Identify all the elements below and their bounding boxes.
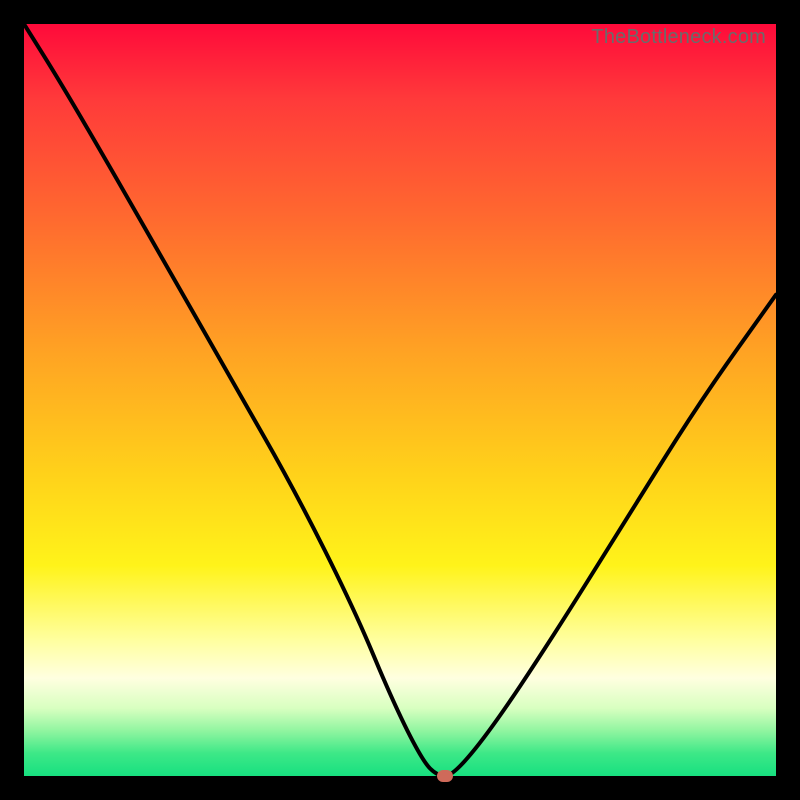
chart-frame: TheBottleneck.com: [0, 0, 800, 800]
chart-plot-area: TheBottleneck.com: [24, 24, 776, 776]
curve-path: [24, 24, 776, 776]
watermark-text: TheBottleneck.com: [591, 26, 766, 49]
optimum-marker: [437, 770, 453, 782]
bottleneck-curve: [24, 24, 776, 776]
